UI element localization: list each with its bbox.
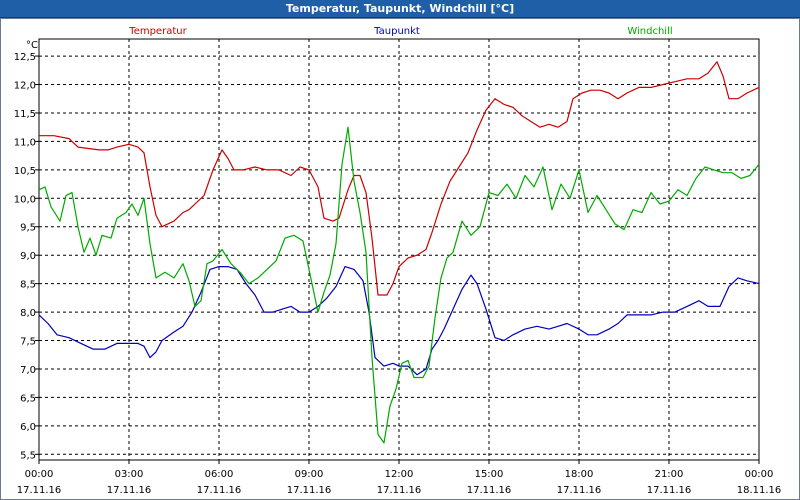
- x-tick-date-label: 17.11.16: [287, 485, 332, 496]
- x-tick-date-label: 17.11.16: [557, 485, 602, 496]
- line-chart: 5,5 6,0 6,5 7,0 7,5 8,0 8,5 9,0 9,5 10,0 10,5 11,0 1…: [14, 26, 782, 496]
- x-tick-date-label: 18.11.16: [737, 485, 782, 496]
- x-tick-time-label: 06:00: [205, 469, 234, 480]
- x-tick-time-label: 00:00: [25, 469, 54, 480]
- y-tick-label: 8,5: [20, 280, 36, 291]
- legend: Temperatur Taupunkt Windchill: [128, 26, 672, 37]
- x-tick-date-label: 17.11.16: [467, 485, 512, 496]
- y-tick-label: 5,5: [20, 450, 36, 461]
- y-tick-label: 6,0: [20, 422, 36, 433]
- x-tick-date-label: 17.11.16: [197, 485, 242, 496]
- x-tick-time-label: 18:00: [565, 469, 594, 480]
- grid: [39, 39, 759, 460]
- x-tick-time-label: 15:00: [475, 469, 504, 480]
- x-tick-time-label: 03:00: [115, 469, 144, 480]
- y-axis: 5,5 6,0 6,5 7,0 7,5 8,0 8,5 9,0 9,5 10,0 10,5 11,0 1…: [14, 52, 39, 461]
- y-tick-label: 8,0: [20, 308, 36, 319]
- x-axis: 00:00 17.11.16 03:00 17.11.16 06:00 17.11.16 0…: [17, 460, 782, 496]
- x-tick-time-label: 00:00: [745, 469, 774, 480]
- y-tick-label: 12,5: [14, 52, 36, 63]
- x-tick-time-label: 12:00: [385, 469, 414, 480]
- x-tick-date-label: 17.11.16: [17, 485, 62, 496]
- y-tick-label: 7,5: [20, 337, 36, 348]
- y-tick-label: 11,5: [14, 109, 36, 120]
- y-tick-label: 10,0: [14, 194, 36, 205]
- y-tick-label: 11,0: [14, 137, 36, 148]
- x-tick-date-label: 17.11.16: [107, 485, 152, 496]
- y-tick-label: 9,0: [20, 251, 36, 262]
- y-axis-label: °C: [26, 40, 38, 51]
- x-tick-time-label: 21:00: [655, 469, 684, 480]
- y-tick-label: 6,5: [20, 393, 36, 404]
- legend-entry-windchill: Windchill: [627, 26, 672, 37]
- y-tick-label: 7,0: [20, 365, 36, 376]
- x-tick-date-label: 17.11.16: [647, 485, 692, 496]
- y-tick-label: 12,0: [14, 81, 36, 92]
- x-tick-time-label: 09:00: [295, 469, 324, 480]
- y-tick-label: 9,5: [20, 223, 36, 234]
- legend-entry-temperatur: Temperatur: [128, 26, 187, 37]
- legend-entry-taupunkt: Taupunkt: [373, 26, 420, 37]
- x-tick-date-label: 17.11.16: [377, 485, 422, 496]
- y-tick-label: 10,5: [14, 166, 36, 177]
